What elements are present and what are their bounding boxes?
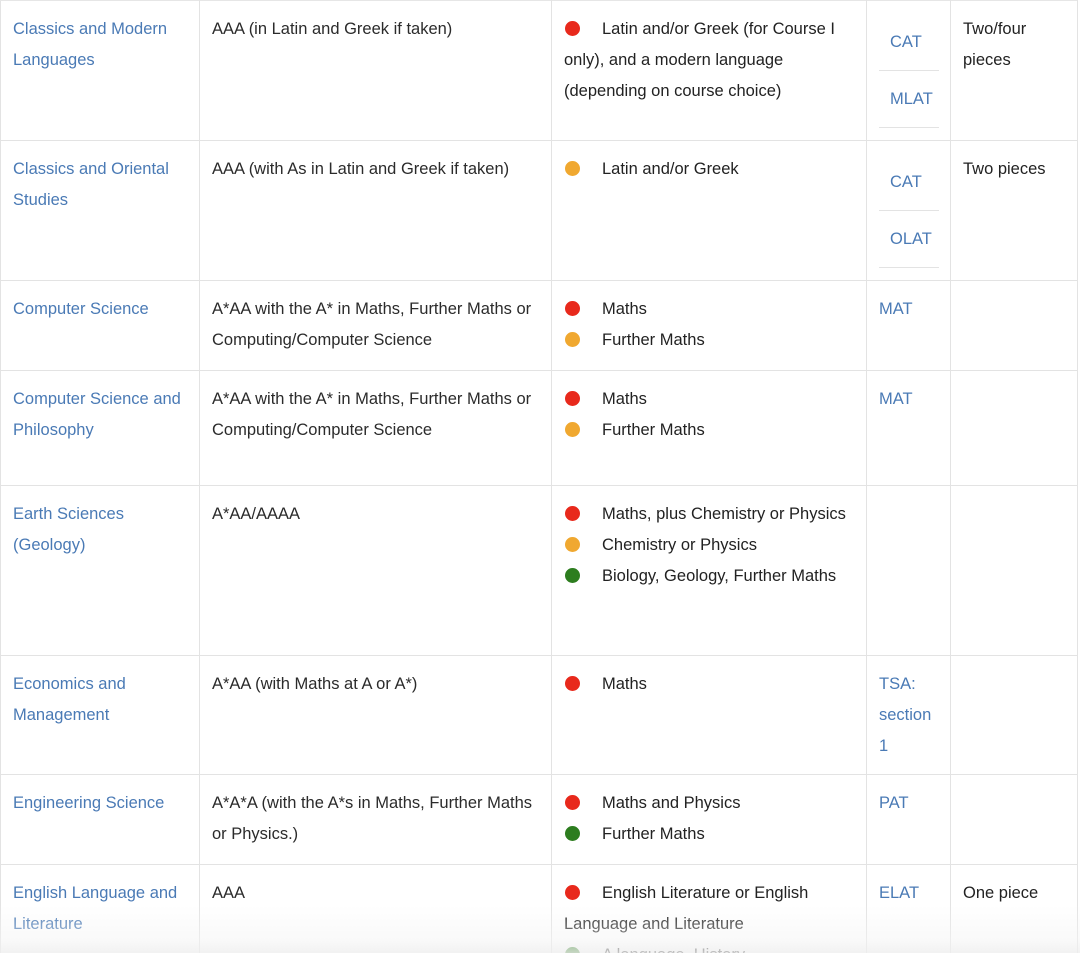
subjects-cell: Latin and/or Greek (551, 140, 867, 282)
course-name-cell: English Language and Literature (0, 864, 200, 953)
course-link[interactable]: Earth Sciences (Geology) (13, 505, 124, 554)
written-work-cell (950, 280, 1078, 372)
course-link[interactable]: Computer Science (13, 300, 149, 318)
admissions-test-cell: TSA: section 1 (866, 655, 951, 776)
green-bullet-icon (565, 826, 580, 842)
written-work-cell (950, 655, 1078, 776)
admissions-test-cell: ELAT (866, 864, 951, 953)
subjects-cell: English Literature or English Language a… (551, 864, 867, 953)
table-row: Classics and Oriental Studies AAA (with A… (0, 140, 1078, 282)
subjects-cell: Maths Further Maths (551, 370, 867, 487)
admissions-test-link[interactable]: TSA: section 1 (879, 675, 931, 755)
amber-bullet-icon (565, 537, 580, 553)
written-work-cell: Two/four pieces (950, 0, 1078, 142)
course-link[interactable]: Economics and Management (13, 675, 126, 724)
course-name-cell: Earth Sciences (Geology) (0, 485, 200, 657)
course-link[interactable]: Classics and Modern Languages (13, 20, 167, 69)
typical-offer-cell: AAA (in Latin and Greek if taken) (199, 0, 552, 142)
typical-offer-cell: AAA (199, 864, 552, 953)
red-bullet-icon (565, 301, 580, 317)
course-name-cell: Classics and Oriental Studies (0, 140, 200, 282)
course-requirements-table: Classics and Modern Languages AAA (in Lat… (0, 0, 1078, 953)
subject-text: Latin and/or Greek (for Course I only), … (564, 20, 835, 101)
subject-text: Maths (602, 390, 647, 409)
green-bullet-icon (565, 568, 580, 584)
typical-offer-cell: A*AA/AAAA (199, 485, 552, 657)
admissions-test-subcell: CAT (879, 14, 939, 72)
admissions-test-link[interactable]: CAT (890, 173, 922, 191)
red-bullet-icon (565, 391, 580, 407)
admissions-test-cell: PAT (866, 774, 951, 866)
written-work-cell: One piece (950, 864, 1078, 953)
green-bullet-icon (565, 947, 580, 953)
admissions-test-link[interactable]: OLAT (890, 230, 932, 248)
admissions-test-cell (866, 485, 951, 657)
subject-text: Latin and/or Greek (602, 160, 739, 179)
admissions-test-subcell: OLAT (879, 211, 939, 269)
course-link[interactable]: Computer Science and Philosophy (13, 390, 181, 439)
table-body: Classics and Modern Languages AAA (in Lat… (0, 0, 1078, 953)
admissions-test-link[interactable]: ELAT (879, 884, 919, 902)
subject-text: Further Maths (602, 331, 705, 350)
table-row: Computer Science A*AA with the A* in Math… (0, 280, 1078, 372)
red-bullet-icon (565, 795, 580, 811)
red-bullet-icon (565, 506, 580, 522)
admissions-test-cell: MAT (866, 370, 951, 487)
amber-bullet-icon (565, 422, 580, 438)
course-name-cell: Classics and Modern Languages (0, 0, 200, 142)
subject-text: Chemistry or Physics (602, 536, 757, 555)
typical-offer-cell: A*A*A (with the A*s in Maths, Further Ma… (199, 774, 552, 866)
admissions-test-link[interactable]: MLAT (890, 90, 933, 108)
admissions-test-cell: CAT MLAT (866, 0, 951, 142)
table-row: English Language and Literature AAA Englis… (0, 864, 1078, 953)
admissions-test-link[interactable]: MAT (879, 390, 913, 408)
table-row: Economics and Management A*AA (with Maths… (0, 655, 1078, 776)
table-row: Earth Sciences (Geology) A*AA/AAAA Maths, … (0, 485, 1078, 657)
subject-text: Maths and Physics (602, 794, 741, 813)
red-bullet-icon (565, 676, 580, 692)
table-row: Engineering Science A*A*A (with the A*s i… (0, 774, 1078, 866)
course-link[interactable]: Engineering Science (13, 794, 164, 812)
subject-text: Biology, Geology, Further Maths (602, 567, 837, 586)
subject-text: Further Maths (602, 421, 705, 440)
amber-bullet-icon (565, 332, 580, 348)
subject-text: Maths (602, 300, 647, 319)
table-row: Computer Science and Philosophy A*AA with… (0, 370, 1078, 487)
subjects-cell: Maths, plus Chemistry or Physics Chemistr… (551, 485, 867, 657)
amber-bullet-icon (565, 161, 580, 177)
typical-offer-cell: A*AA with the A* in Maths, Further Maths… (199, 370, 552, 487)
table-row: Classics and Modern Languages AAA (in Lat… (0, 0, 1078, 142)
subjects-cell: Latin and/or Greek (for Course I only), … (551, 0, 867, 142)
subject-text: Further Maths (602, 825, 705, 844)
subjects-cell: Maths (551, 655, 867, 776)
course-name-cell: Computer Science (0, 280, 200, 372)
subject-text: Maths (602, 675, 647, 694)
typical-offer-cell: AAA (with As in Latin and Greek if taken… (199, 140, 552, 282)
course-name-cell: Economics and Management (0, 655, 200, 776)
admissions-test-link[interactable]: PAT (879, 794, 909, 812)
admissions-test-subcell: CAT (879, 154, 939, 212)
course-name-cell: Engineering Science (0, 774, 200, 866)
red-bullet-icon (565, 885, 580, 901)
admissions-test-subcell: MLAT (879, 71, 939, 129)
subjects-cell: Maths Further Maths (551, 280, 867, 372)
subject-text: English Literature or English Language a… (564, 884, 809, 934)
written-work-cell (950, 370, 1078, 487)
course-link[interactable]: Classics and Oriental Studies (13, 160, 169, 209)
admissions-test-cell: MAT (866, 280, 951, 372)
subject-text: A language, History (602, 946, 745, 953)
written-work-cell: Two pieces (950, 140, 1078, 282)
written-work-cell (950, 774, 1078, 866)
typical-offer-cell: A*AA (with Maths at A or A*) (199, 655, 552, 776)
course-name-cell: Computer Science and Philosophy (0, 370, 200, 487)
admissions-test-link[interactable]: CAT (890, 33, 922, 51)
admissions-test-link[interactable]: MAT (879, 300, 913, 318)
typical-offer-cell: A*AA with the A* in Maths, Further Maths… (199, 280, 552, 372)
subjects-cell: Maths and Physics Further Maths (551, 774, 867, 866)
written-work-cell (950, 485, 1078, 657)
red-bullet-icon (565, 21, 580, 36)
subject-text: Maths, plus Chemistry or Physics (602, 505, 846, 524)
admissions-test-cell: CAT OLAT (866, 140, 951, 282)
course-link[interactable]: English Language and Literature (13, 884, 177, 933)
